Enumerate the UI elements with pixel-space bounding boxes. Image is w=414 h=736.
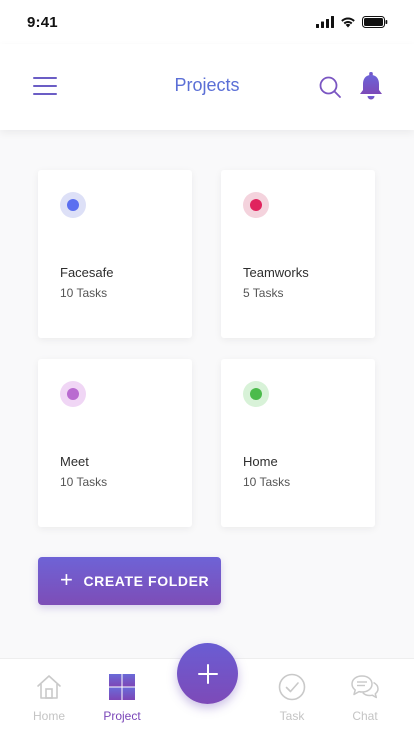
project-card-facesafe[interactable]: Facesafe 10 Tasks: [38, 170, 192, 338]
status-icons: [316, 16, 388, 28]
project-name: Facesafe: [60, 265, 114, 280]
project-color-dot: [67, 199, 79, 211]
nav-label-project: Project: [103, 709, 141, 723]
plus-icon: [197, 663, 218, 684]
page-title: Projects: [174, 75, 240, 95]
status-bar: 9:41: [0, 0, 414, 44]
nav-item-task[interactable]: Task: [262, 671, 322, 723]
create-folder-button[interactable]: + CREATE FOLDER: [38, 557, 221, 605]
nav-label-home: Home: [32, 709, 65, 723]
project-card-meet[interactable]: Meet 10 Tasks: [38, 359, 192, 527]
projects-content: Facesafe 10 Tasks Teamworks 5 Tasks Meet…: [0, 130, 414, 658]
nav-item-chat[interactable]: Chat: [335, 671, 395, 723]
nav-label-task: Task: [279, 709, 305, 723]
wifi-icon: [341, 17, 355, 28]
nav-label-chat: Chat: [352, 709, 378, 723]
project-name: Home: [243, 454, 278, 469]
project-name: Teamworks: [243, 265, 309, 280]
project-task-count: 10 Tasks: [60, 286, 108, 300]
project-color-ring: [243, 192, 269, 218]
project-color-dot: [250, 388, 262, 400]
project-card-teamworks[interactable]: Teamworks 5 Tasks: [221, 170, 375, 338]
project-name: Meet: [60, 454, 89, 469]
battery-icon: [362, 16, 388, 28]
project-color-dot: [250, 199, 262, 211]
add-button[interactable]: [177, 643, 238, 704]
signal-icon: [316, 16, 334, 28]
project-color-ring: [243, 381, 269, 407]
project-task-count: 10 Tasks: [243, 475, 291, 489]
search-icon[interactable]: [318, 75, 342, 99]
app-header: Projects: [0, 44, 414, 130]
project-color-ring: [60, 192, 86, 218]
create-folder-label: CREATE FOLDER: [83, 573, 210, 589]
check-circle-icon: [278, 673, 306, 701]
status-time: 9:41: [27, 13, 58, 31]
nav-item-home[interactable]: Home: [19, 671, 79, 723]
project-card-home[interactable]: Home 10 Tasks: [221, 359, 375, 527]
plus-icon: +: [60, 567, 74, 592]
home-icon: [37, 675, 61, 699]
chat-icon: [351, 675, 379, 699]
project-color-ring: [60, 381, 86, 407]
project-task-count: 5 Tasks: [243, 286, 284, 300]
project-grid-icon: [109, 674, 135, 700]
project-color-dot: [67, 388, 79, 400]
bell-icon[interactable]: [358, 72, 384, 100]
project-task-count: 10 Tasks: [60, 475, 108, 489]
nav-item-project[interactable]: Project: [92, 671, 152, 723]
